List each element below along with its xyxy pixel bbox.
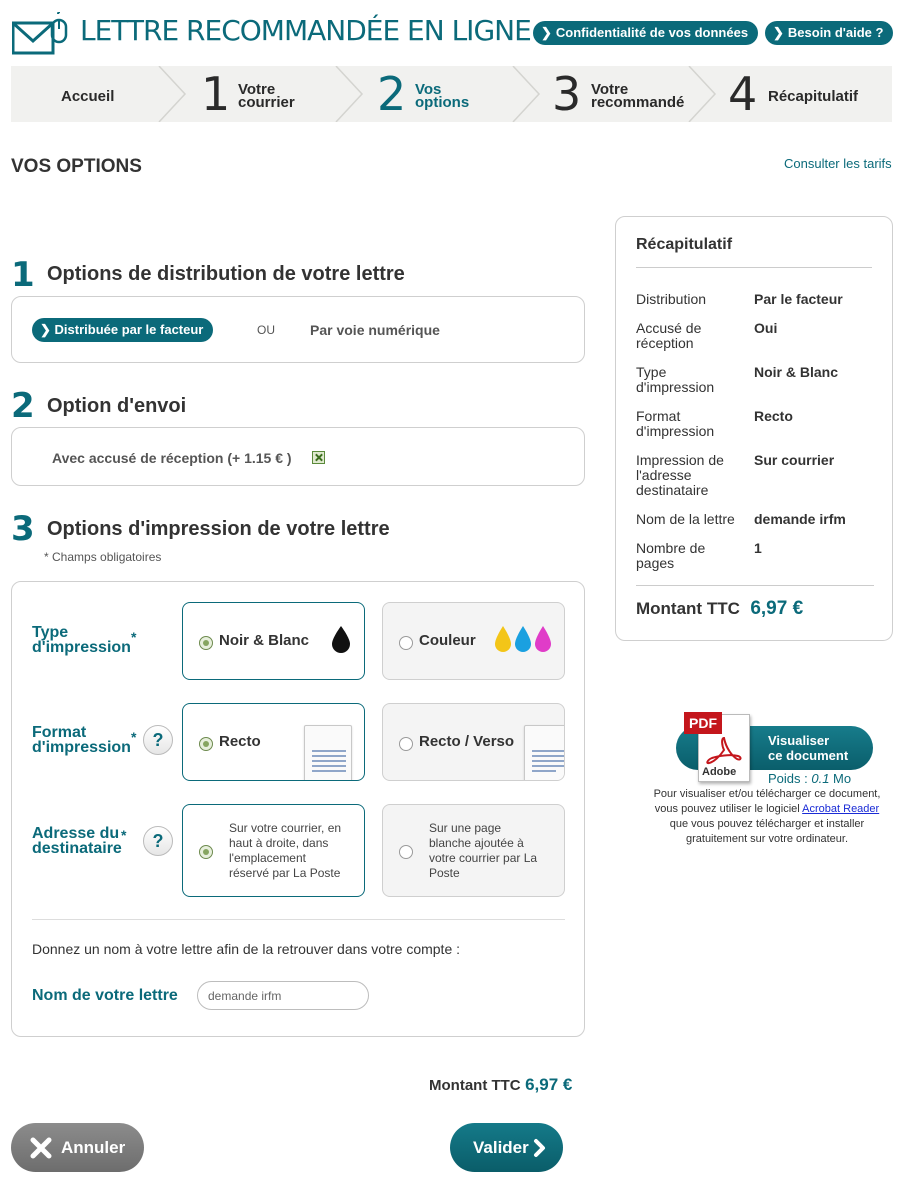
- summary-key: Accusé de réception: [636, 320, 702, 351]
- option-noir-blanc[interactable]: Noir & Blanc: [182, 602, 365, 680]
- letter-name-input[interactable]: [197, 981, 369, 1010]
- adresse-destinataire-label: Adresse du destinataire: [32, 825, 122, 857]
- radio-couleur[interactable]: [399, 636, 413, 650]
- page-title: VOS OPTIONS: [11, 156, 142, 177]
- radio-recto-verso[interactable]: [399, 737, 413, 751]
- summary-value: Oui: [754, 320, 778, 336]
- radio-recto[interactable]: [199, 737, 213, 751]
- acrobat-reader-link[interactable]: Acrobat Reader: [802, 803, 879, 815]
- envoi-box: Avec accusé de réception (+ 1.15 € ): [11, 427, 585, 486]
- step-separator: [688, 66, 717, 122]
- pdf-file-icon: PDF Adobe: [684, 712, 754, 784]
- distribution-numerique-option[interactable]: Par voie numérique: [310, 322, 440, 338]
- section-number: 2: [11, 386, 35, 426]
- validate-button[interactable]: Valider: [450, 1123, 563, 1172]
- step-2-active[interactable]: 2 Vos options: [364, 66, 514, 122]
- summary-total: Montant TTC 6,97 €: [636, 598, 804, 619]
- divider: [636, 267, 872, 268]
- help-adresse-button[interactable]: ?: [143, 826, 173, 856]
- summary-value: Sur courrier: [754, 452, 835, 468]
- radio-page-blanche[interactable]: [399, 845, 413, 859]
- chevron-right-icon: [534, 1139, 545, 1157]
- summary-title: Récapitulatif: [636, 236, 733, 253]
- app-title: LETTRE RECOMMANDÉE EN LIGNE: [80, 14, 532, 47]
- step-separator: [158, 66, 187, 122]
- required-note: * Champs obligatoires: [44, 550, 162, 564]
- steps-breadcrumb: Accueil 1 Votre courrier 2 Vos options 3 V…: [11, 66, 892, 122]
- distribution-box: ❯ Distribuée par le facteur OU Par voie …: [11, 296, 585, 363]
- summary-panel: Récapitulatif Distribution Par le facteu…: [615, 216, 893, 641]
- type-impression-label: Type d'impression: [32, 624, 131, 656]
- divider: [32, 919, 565, 920]
- ink-drops-color-icon: [495, 626, 551, 652]
- step-4[interactable]: 4 Récapitulatif: [717, 66, 892, 122]
- section-title: Option d'envoi: [47, 395, 187, 417]
- accuse-checkbox[interactable]: [312, 451, 325, 464]
- ink-drop-black-icon: [332, 626, 350, 653]
- step-separator: [512, 66, 541, 122]
- option-sur-courrier[interactable]: Sur votre courrier, en haut à droite, dan…: [182, 804, 365, 897]
- page-recto-verso-icon: [524, 725, 564, 780]
- summary-key: Nom de la lettre: [636, 511, 735, 527]
- radio-noir-blanc[interactable]: [199, 636, 213, 650]
- chevron-right-icon: ❯: [40, 322, 51, 337]
- required-star: *: [131, 729, 137, 745]
- page-recto-icon: [304, 725, 352, 780]
- accuse-label: Avec accusé de réception (+ 1.15 € ): [52, 450, 292, 466]
- summary-value: Noir & Blanc: [754, 364, 839, 380]
- acrobat-note: Pour visualiser et/ou télécharger ce doc…: [653, 788, 881, 845]
- letter-name-label: Nom de votre lettre: [32, 987, 178, 1004]
- help-link-button[interactable]: ❯ Besoin d'aide ?: [765, 21, 894, 45]
- close-icon: [30, 1137, 52, 1159]
- document-weight: Poids : 0.1 Mo: [768, 771, 852, 786]
- step-home[interactable]: Accueil: [11, 66, 161, 122]
- option-couleur[interactable]: Couleur: [382, 602, 565, 680]
- summary-key: Nombre de pages: [636, 540, 706, 571]
- option-page-blanche[interactable]: Sur une page blanche ajoutée à votre courr…: [382, 804, 565, 897]
- privacy-link-button[interactable]: ❯ Confidentialité de vos données: [533, 21, 759, 45]
- section-number: 1: [11, 255, 35, 295]
- divider: [636, 585, 874, 586]
- required-star: *: [121, 827, 127, 843]
- help-format-button[interactable]: ?: [143, 725, 173, 755]
- summary-key: Distribution: [636, 291, 707, 307]
- summary-value: demande irfm: [754, 511, 846, 527]
- total-amount: Montant TTC 6,97 €: [429, 1075, 573, 1094]
- tarifs-link[interactable]: Consulter les tarifs: [784, 156, 892, 171]
- distribution-facteur-button[interactable]: ❯ Distribuée par le facteur: [32, 318, 214, 342]
- step-separator: [335, 66, 364, 122]
- cancel-button[interactable]: Annuler: [11, 1123, 144, 1172]
- section-title: Options de distribution de votre lettre: [47, 263, 405, 285]
- summary-value: Par le facteur: [754, 291, 843, 307]
- option-recto-verso[interactable]: Recto / Verso: [382, 703, 565, 781]
- impression-box: Type d'impression * Noir & Blanc Couleur …: [11, 581, 585, 1037]
- summary-value: Recto: [754, 408, 793, 424]
- chevron-right-icon: ❯: [541, 25, 552, 40]
- option-recto[interactable]: Recto: [182, 703, 365, 781]
- step-3[interactable]: 3 Votre recommandé: [541, 66, 691, 122]
- summary-key: Impression de l'adresse destinataire: [636, 452, 724, 498]
- name-prompt: Donnez un nom à votre lettre afin de la …: [32, 941, 461, 957]
- section-number: 3: [11, 509, 35, 549]
- format-impression-label: Format d'impression: [32, 724, 131, 756]
- chevron-right-icon: ❯: [773, 25, 784, 40]
- section-title: Options d'impression de votre lettre: [47, 518, 390, 540]
- summary-key: Type d'impression: [636, 364, 715, 395]
- required-star: *: [131, 629, 137, 645]
- summary-key: Format d'impression: [636, 408, 715, 439]
- envelope-mouse-icon: [11, 11, 70, 56]
- radio-sur-courrier[interactable]: [199, 845, 213, 859]
- or-separator: OU: [257, 323, 275, 337]
- summary-value: 1: [754, 540, 762, 556]
- step-1[interactable]: 1 Votre courrier: [187, 66, 337, 122]
